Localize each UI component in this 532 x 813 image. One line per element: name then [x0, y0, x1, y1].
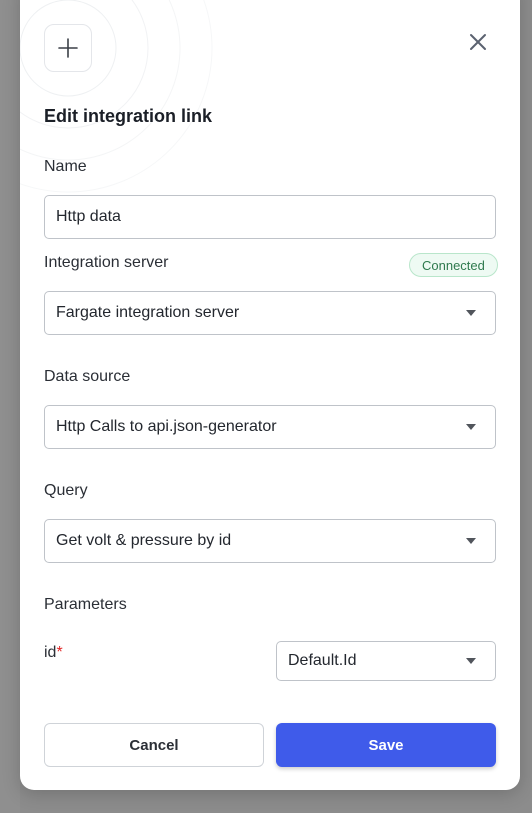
name-input[interactable]: Http data	[44, 195, 496, 239]
dialog-icon-box	[44, 24, 92, 72]
dialog-title: Edit integration link	[44, 106, 213, 126]
parameter-name: id	[44, 644, 57, 661]
close-icon	[470, 34, 486, 50]
data-source-label: Data source	[44, 368, 131, 385]
edit-integration-dialog: Edit integration link Name Http data Int…	[20, 0, 520, 790]
parameters-label: Parameters	[44, 596, 127, 613]
integration-server-value: Fargate integration server	[56, 304, 240, 321]
integration-server-label: Integration server	[44, 254, 169, 271]
data-source-value: Http Calls to api.json-generator	[56, 418, 277, 435]
cancel-button[interactable]: Cancel	[44, 723, 264, 767]
chevron-down-icon	[466, 310, 476, 316]
parameter-id-value: Default.Id	[288, 652, 357, 669]
name-label: Name	[44, 158, 87, 175]
query-label: Query	[44, 482, 88, 499]
close-button[interactable]	[464, 28, 492, 56]
integration-server-select[interactable]: Fargate integration server	[44, 291, 496, 335]
data-source-select[interactable]: Http Calls to api.json-generator	[44, 405, 496, 449]
required-marker: *	[56, 644, 63, 661]
save-button[interactable]: Save	[276, 723, 496, 767]
query-select[interactable]: Get volt & pressure by id	[44, 519, 496, 563]
modal-backdrop	[0, 0, 20, 813]
parameter-id-label: id*	[44, 644, 63, 662]
name-input-value: Http data	[56, 208, 121, 225]
parameter-id-select[interactable]: Default.Id	[276, 641, 496, 681]
plus-icon	[58, 38, 78, 58]
chevron-down-icon	[466, 658, 476, 664]
chevron-down-icon	[466, 424, 476, 430]
chevron-down-icon	[466, 538, 476, 544]
connection-status-badge: Connected	[409, 253, 498, 277]
query-value: Get volt & pressure by id	[56, 532, 232, 549]
